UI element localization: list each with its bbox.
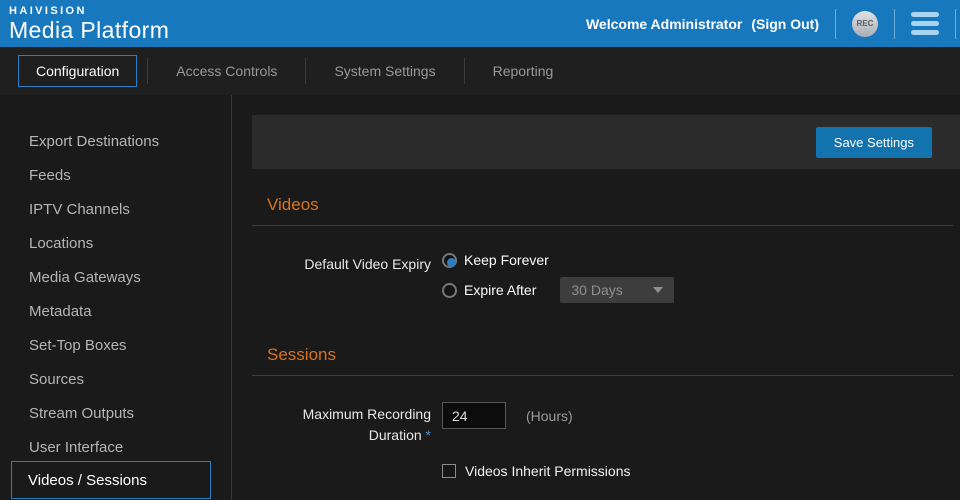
- sidebar-item-sources[interactable]: Sources: [0, 362, 231, 396]
- configuration-sidebar: Export Destinations Feeds IPTV Channels …: [0, 95, 232, 500]
- settings-content: Save Settings Videos Default Video Expir…: [232, 95, 960, 500]
- sidebar-item-feeds[interactable]: Feeds: [0, 158, 231, 192]
- tab-system-settings[interactable]: System Settings: [316, 55, 453, 87]
- hours-unit-label: (Hours): [526, 408, 573, 424]
- sidebar-item-locations[interactable]: Locations: [0, 226, 231, 260]
- sidebar-item-videos-sessions[interactable]: Videos / Sessions: [11, 461, 211, 499]
- save-settings-button[interactable]: Save Settings: [816, 127, 932, 158]
- logo-media-platform-text: Media Platform: [9, 19, 169, 42]
- welcome-text: Welcome Administrator: [586, 16, 742, 32]
- expire-after-dropdown[interactable]: 30 Days: [560, 277, 674, 303]
- expire-after-dropdown-value: 30 Days: [571, 282, 622, 298]
- videos-section-title: Videos: [267, 195, 960, 215]
- nav-divider: [147, 58, 148, 84]
- keep-forever-radio[interactable]: [442, 253, 457, 268]
- sessions-section-title: Sessions: [267, 345, 960, 365]
- rec-badge[interactable]: REC: [852, 11, 878, 37]
- sidebar-item-export-destinations[interactable]: Export Destinations: [0, 124, 231, 158]
- sidebar-item-set-top-boxes[interactable]: Set-Top Boxes: [0, 328, 231, 362]
- haivision-logo: HAIVISION Media Platform: [0, 6, 169, 42]
- keep-forever-label[interactable]: Keep Forever: [464, 252, 549, 268]
- action-toolbar: Save Settings: [252, 115, 960, 169]
- sidebar-item-iptv-channels[interactable]: IPTV Channels: [0, 192, 231, 226]
- logo-haivision-text: HAIVISION: [9, 6, 169, 17]
- expire-after-option: Expire After 30 Days: [442, 277, 674, 303]
- page-body: Export Destinations Feeds IPTV Channels …: [0, 95, 960, 500]
- sidebar-item-stream-outputs[interactable]: Stream Outputs: [0, 396, 231, 430]
- keep-forever-option: Keep Forever: [442, 252, 674, 268]
- videos-inherit-permissions-checkbox[interactable]: [442, 464, 456, 478]
- max-recording-duration-input[interactable]: [442, 402, 506, 429]
- videos-inherit-permissions-label[interactable]: Videos Inherit Permissions: [465, 463, 630, 479]
- tab-configuration[interactable]: Configuration: [18, 55, 137, 87]
- sidebar-item-user-interface[interactable]: User Interface: [0, 430, 231, 464]
- default-video-expiry-label: Default Video Expiry: [252, 252, 431, 312]
- main-nav-bar: Configuration Access Controls System Set…: [0, 47, 960, 95]
- topbar-divider: [955, 9, 956, 39]
- max-recording-duration-label: Maximum Recording Duration *: [252, 402, 431, 479]
- videos-inherit-permissions-row: Videos Inherit Permissions: [442, 463, 630, 479]
- max-recording-duration-row: Maximum Recording Duration * (Hours) Vid…: [252, 402, 960, 479]
- nav-divider: [464, 58, 465, 84]
- nav-divider: [305, 58, 306, 84]
- sidebar-item-metadata[interactable]: Metadata: [0, 294, 231, 328]
- sign-out-link[interactable]: (Sign Out): [751, 16, 819, 32]
- topbar-divider: [835, 9, 836, 39]
- hamburger-menu-icon[interactable]: [911, 12, 939, 35]
- tab-reporting[interactable]: Reporting: [475, 55, 572, 87]
- top-header-bar: HAIVISION Media Platform Welcome Adminis…: [0, 0, 960, 47]
- expire-after-label[interactable]: Expire After: [464, 282, 536, 298]
- required-asterisk: *: [426, 427, 431, 443]
- section-divider: [252, 225, 953, 226]
- topbar-divider: [894, 9, 895, 39]
- chevron-down-icon: [653, 287, 663, 293]
- default-video-expiry-row: Default Video Expiry Keep Forever Expire…: [252, 252, 960, 312]
- sidebar-item-media-gateways[interactable]: Media Gateways: [0, 260, 231, 294]
- section-divider: [252, 375, 953, 376]
- tab-access-controls[interactable]: Access Controls: [158, 55, 295, 87]
- expire-after-radio[interactable]: [442, 283, 457, 298]
